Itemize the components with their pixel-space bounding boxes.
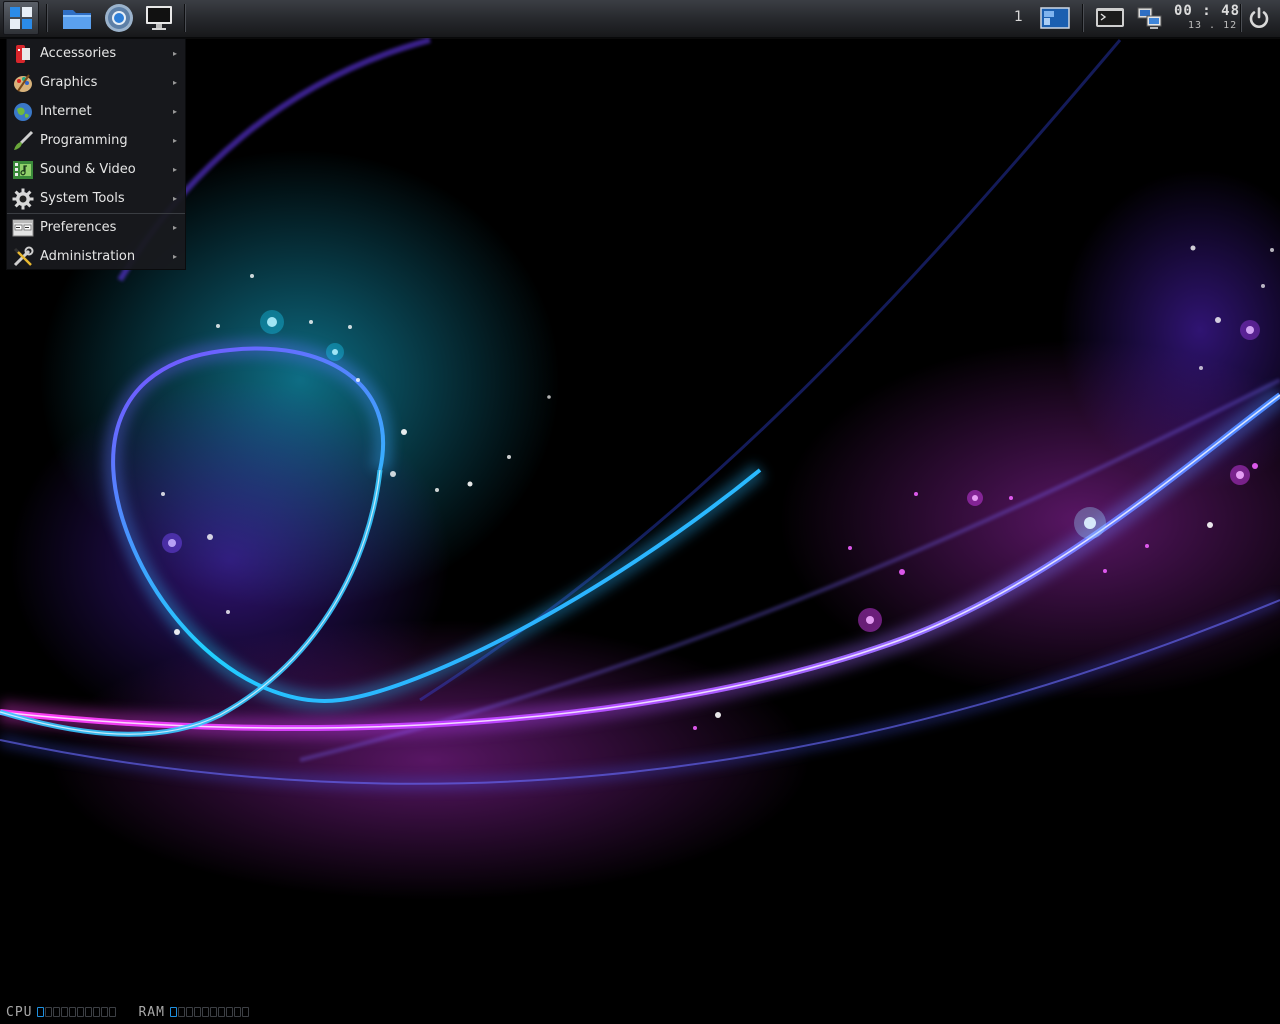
ram-meter-segment [233, 1007, 241, 1017]
network-indicator[interactable] [1132, 0, 1168, 36]
menu-item-label: Administration [40, 249, 136, 264]
power-button[interactable] [1243, 0, 1275, 36]
workspace-icon [1040, 7, 1070, 29]
cpu-meter-segment [69, 1007, 77, 1017]
network-icon [1137, 7, 1162, 29]
menu-item-administration[interactable]: Administration ▸ [7, 242, 185, 271]
submenu-arrow-icon: ▸ [172, 194, 177, 203]
menu-item-label: Sound & Video [40, 162, 136, 177]
submenu-arrow-icon: ▸ [172, 165, 177, 174]
panel-separator [184, 4, 186, 32]
panel-separator [1082, 4, 1084, 32]
ram-meter-segment [193, 1007, 201, 1017]
ram-meter-segment [201, 1007, 209, 1017]
menu-item-graphics[interactable]: Graphics ▸ [7, 68, 185, 97]
tools-icon [12, 246, 34, 268]
terminal-launcher[interactable] [1092, 0, 1128, 36]
workspace-switcher[interactable] [1036, 0, 1074, 36]
cpu-meter [37, 1007, 117, 1017]
chromium-icon [105, 4, 133, 32]
menu-item-accessories[interactable]: Accessories ▸ [7, 39, 185, 68]
panel-separator [46, 4, 48, 32]
cpu-meter-segment [53, 1007, 61, 1017]
brush-icon [12, 130, 34, 152]
multimedia-icon [12, 159, 34, 181]
ram-meter-segment [169, 1007, 177, 1017]
cpu-meter-segment [37, 1007, 45, 1017]
ram-meter-segment [209, 1007, 217, 1017]
desktop-wallpaper [0, 0, 1280, 1024]
graphics-icon [12, 72, 34, 94]
gear-icon [12, 188, 34, 210]
top-panel: 1 00 : 48 13 . 12 [0, 0, 1280, 38]
menu-item-label: Accessories [40, 46, 117, 61]
menu-item-label: System Tools [40, 191, 125, 206]
start-menu-icon [10, 7, 32, 29]
start-menu-button[interactable] [3, 1, 39, 35]
menu-item-sound-video[interactable]: Sound & Video ▸ [7, 155, 185, 184]
cpu-label: CPU [6, 1004, 33, 1020]
cpu-meter-segment [45, 1007, 53, 1017]
power-icon [1249, 7, 1269, 28]
cpu-meter-segment [77, 1007, 85, 1017]
monitor-icon [146, 6, 172, 30]
panel-separator [1240, 4, 1242, 32]
system-monitor: CPU RAM [6, 1004, 271, 1020]
browser-launcher[interactable] [100, 0, 138, 36]
clock-date: 13 . 12 [1188, 20, 1238, 31]
submenu-arrow-icon: ▸ [172, 78, 177, 87]
accessories-icon [12, 43, 34, 65]
globe-icon [12, 101, 34, 123]
submenu-arrow-icon: ▸ [172, 107, 177, 116]
preferences-icon [12, 217, 34, 239]
submenu-arrow-icon: ▸ [172, 252, 177, 261]
clock-time[interactable]: 00 : 48 [1174, 3, 1240, 19]
cpu-meter-segment [109, 1007, 117, 1017]
cpu-meter-segment [101, 1007, 109, 1017]
menu-item-label: Internet [40, 104, 92, 119]
ram-meter [169, 1007, 249, 1017]
cpu-meter-segment [61, 1007, 69, 1017]
submenu-arrow-icon: ▸ [172, 136, 177, 145]
applications-menu: Accessories ▸ Graphics ▸ Internet ▸ Prog… [6, 38, 186, 270]
menu-item-programming[interactable]: Programming ▸ [7, 126, 185, 155]
submenu-arrow-icon: ▸ [172, 223, 177, 232]
ram-meter-segment [241, 1007, 249, 1017]
ram-meter-segment [185, 1007, 193, 1017]
cpu-meter-segment [85, 1007, 93, 1017]
menu-item-label: Programming [40, 133, 128, 148]
folder-icon [63, 10, 91, 29]
file-manager-launcher[interactable] [58, 0, 96, 36]
menu-item-internet[interactable]: Internet ▸ [7, 97, 185, 126]
menu-item-label: Graphics [40, 75, 98, 90]
menu-item-label: Preferences [40, 220, 117, 235]
cpu-meter-segment [93, 1007, 101, 1017]
ram-meter-segment [177, 1007, 185, 1017]
ram-meter-segment [217, 1007, 225, 1017]
ram-label: RAM [138, 1004, 165, 1020]
submenu-arrow-icon: ▸ [172, 49, 177, 58]
show-desktop-launcher[interactable] [140, 0, 178, 36]
menu-item-system-tools[interactable]: System Tools ▸ [7, 184, 185, 213]
terminal-icon [1096, 8, 1124, 27]
ram-meter-segment [225, 1007, 233, 1017]
workspace-number[interactable]: 1 [1014, 9, 1023, 25]
menu-item-preferences[interactable]: Preferences ▸ [7, 213, 185, 242]
